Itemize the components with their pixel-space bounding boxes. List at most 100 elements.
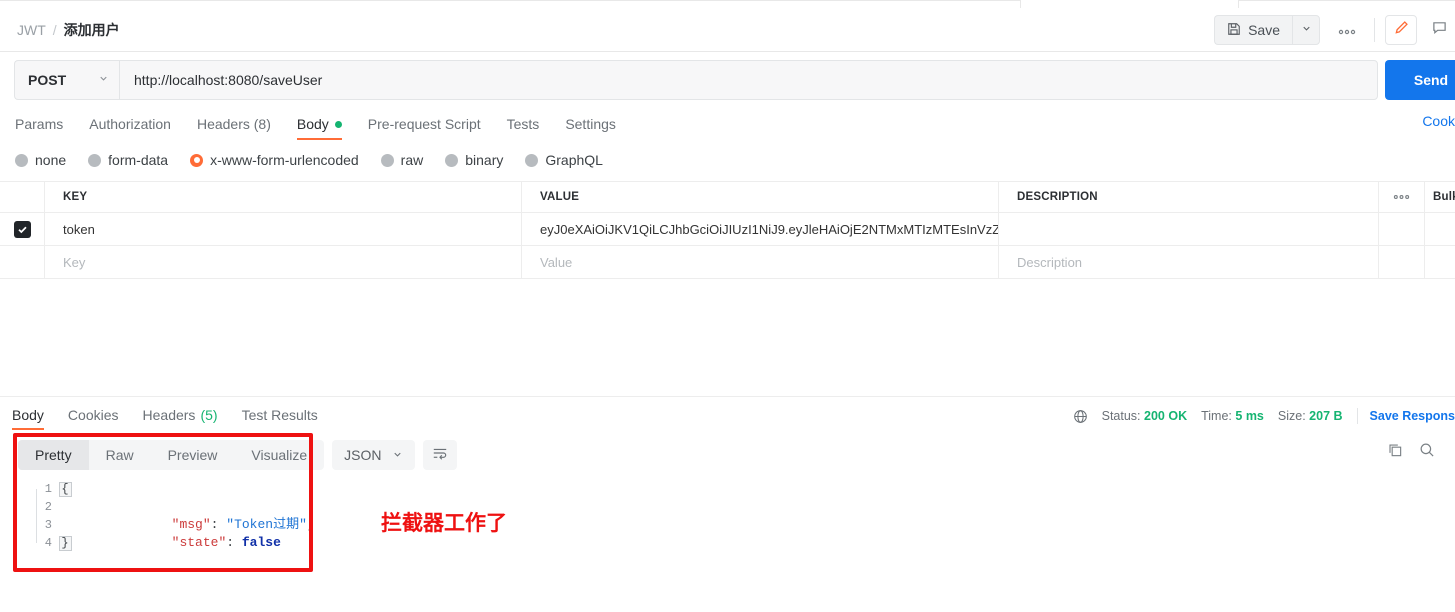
code-line: 1 {: [28, 480, 315, 498]
response-status-bar: Status: 200 OK Time: 5 ms Size: 207 B Sa…: [1067, 406, 1455, 426]
save-button[interactable]: Save: [1214, 15, 1292, 45]
body-type-raw[interactable]: raw: [380, 152, 423, 168]
response-tab-cookies-label: Cookies: [67, 407, 119, 423]
tab-settings[interactable]: Settings: [552, 110, 629, 138]
status-value: 200 OK: [1144, 409, 1188, 423]
time-label: Time:: [1201, 409, 1232, 423]
empty-row-key-input[interactable]: Key: [45, 246, 522, 278]
code-fold-toggle[interactable]: {: [52, 480, 78, 498]
line-number: 1: [44, 482, 52, 496]
response-tab-cookies[interactable]: Cookies: [56, 402, 131, 428]
floppy-disk-icon: [1227, 22, 1241, 39]
response-tab-headers[interactable]: Headers (5): [131, 402, 230, 428]
json-boolean-value: false: [241, 535, 281, 550]
empty-row-options[interactable]: [1379, 246, 1425, 278]
save-response-button[interactable]: Save Respons: [1370, 409, 1455, 423]
empty-row-value-input[interactable]: Value: [522, 246, 999, 278]
wrap-lines-icon: [432, 446, 448, 465]
response-format-selector[interactable]: JSON: [332, 440, 415, 470]
radio-icon: [380, 153, 394, 167]
tab-body-label: Body: [296, 116, 329, 132]
table-options-button[interactable]: [1379, 182, 1425, 212]
wrap-lines-button[interactable]: [422, 440, 457, 470]
body-type-form-data[interactable]: form-data: [88, 152, 168, 168]
table-row: token eyJ0eXAiOiJKV1QiLCJhbGciOiJIUzI1Ni…: [0, 213, 1455, 246]
time-label-group: Time: 5 ms: [1201, 409, 1264, 423]
empty-row-checkbox-cell: [0, 246, 45, 278]
row-key[interactable]: token: [45, 213, 522, 245]
size-label: Size:: [1277, 409, 1306, 423]
more-actions-button[interactable]: [1330, 15, 1364, 45]
row-checkbox-checked[interactable]: [13, 220, 31, 238]
response-tab-test-results[interactable]: Test Results: [230, 402, 330, 428]
tab-pre-request-script[interactable]: Pre-request Script: [355, 110, 494, 138]
save-dropdown-button[interactable]: [1292, 15, 1320, 45]
tab-tests-label: Tests: [506, 116, 540, 132]
viewer-tab-visualize[interactable]: Visualize: [234, 440, 324, 470]
chevron-down-icon: [1301, 21, 1312, 39]
tab-authorization[interactable]: Authorization: [76, 110, 184, 138]
header-value: VALUE: [522, 182, 999, 212]
request-tabs: Params Authorization Headers (8) Body Pr…: [0, 110, 1455, 140]
meta-divider: [1356, 408, 1358, 424]
body-type-x-www-form-urlencoded-label: x-www-form-urlencoded: [210, 152, 359, 168]
save-button-label: Save: [1248, 22, 1280, 38]
body-type-none[interactable]: none: [15, 152, 66, 168]
viewer-tab-preview[interactable]: Preview: [151, 440, 235, 470]
cookies-link[interactable]: Cook: [1422, 113, 1455, 129]
comment-button[interactable]: [1423, 15, 1455, 45]
viewer-tab-raw[interactable]: Raw: [89, 440, 151, 470]
empty-row-description-input[interactable]: Description: [999, 246, 1379, 278]
body-modified-dot-icon: [334, 120, 342, 128]
response-tab-test-results-label: Test Results: [241, 407, 318, 423]
row-bulk-spacer: [1425, 213, 1455, 245]
tab-headers[interactable]: Headers (8): [184, 110, 284, 138]
radio-icon: [445, 153, 459, 167]
line-number: 2: [44, 500, 52, 514]
copy-button[interactable]: [1387, 442, 1403, 463]
response-format-label: JSON: [344, 447, 382, 463]
radio-icon: [15, 153, 28, 167]
edit-request-button[interactable]: [1385, 15, 1417, 45]
header-description: DESCRIPTION: [999, 182, 1379, 212]
annotation-note: 拦截器工作了: [381, 512, 507, 535]
status-label: Status:: [1101, 409, 1141, 423]
tab-authorization-label: Authorization: [89, 116, 171, 132]
body-type-form-data-label: form-data: [108, 152, 169, 168]
breadcrumb-separator: /: [52, 21, 57, 38]
globe-icon[interactable]: [1073, 409, 1088, 424]
body-type-binary[interactable]: binary: [445, 152, 503, 168]
http-method-selector[interactable]: POST: [14, 60, 119, 100]
line-number: 3: [44, 518, 52, 532]
url-bar: POST Send: [0, 60, 1455, 100]
response-section-divider: [0, 396, 1455, 397]
tab-body[interactable]: Body: [284, 110, 355, 140]
search-button[interactable]: [1419, 442, 1435, 463]
body-type-x-www-form-urlencoded[interactable]: x-www-form-urlencoded: [190, 152, 359, 168]
response-viewer-toolbar: Pretty Raw Preview Visualize JSON: [18, 440, 457, 470]
ellipsis-icon: [1393, 191, 1410, 203]
send-button[interactable]: Send: [1385, 60, 1455, 100]
row-checkbox-cell: [0, 213, 45, 245]
response-tab-body[interactable]: Body: [12, 402, 56, 430]
row-options[interactable]: [1379, 213, 1425, 245]
tab-params[interactable]: Params: [15, 110, 76, 138]
viewer-tab-pretty[interactable]: Pretty: [18, 440, 89, 470]
http-method-label: POST: [28, 72, 67, 88]
row-value[interactable]: eyJ0eXAiOiJKV1QiLCJhbGciOiJIUzI1NiJ9.eyJ…: [522, 213, 999, 245]
response-tab-body-label: Body: [12, 407, 44, 423]
breadcrumb-root[interactable]: JWT: [17, 22, 46, 38]
row-description[interactable]: [999, 213, 1379, 245]
response-tab-headers-label: Headers: [142, 407, 196, 423]
size-value: 207 B: [1309, 409, 1343, 423]
tab-tests[interactable]: Tests: [494, 110, 553, 138]
time-value: 5 ms: [1235, 409, 1264, 423]
radio-selected-icon: [190, 153, 204, 167]
code-content: "state": false: [78, 516, 281, 570]
body-type-graphql[interactable]: GraphQL: [525, 152, 603, 168]
url-input[interactable]: [119, 60, 1378, 100]
body-type-none-label: none: [35, 152, 67, 168]
bulk-edit-button[interactable]: Bulk: [1425, 182, 1455, 212]
json-colon: :: [226, 535, 242, 550]
radio-icon: [88, 153, 102, 167]
